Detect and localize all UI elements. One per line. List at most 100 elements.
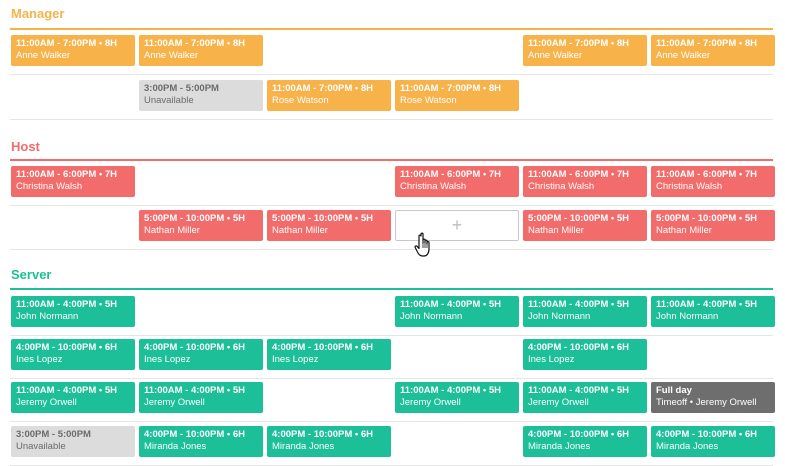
shift-employee: Unavailable — [16, 441, 66, 452]
shift-card[interactable]: 4:00PM - 10:00PM • 6H Ines Lopez — [139, 339, 263, 370]
shift-card[interactable]: 4:00PM - 10:00PM • 6H Ines Lopez — [267, 339, 391, 370]
section-title-server: Server — [11, 267, 52, 282]
shift-time: 5:00PM - 10:00PM • 5H — [656, 213, 758, 224]
shift-card[interactable]: 4:00PM - 10:00PM • 6H Miranda Jones — [523, 426, 647, 457]
shift-employee: Jeremy Orwell — [528, 397, 589, 408]
shift-employee: Anne Walker — [656, 50, 711, 61]
shift-time: 4:00PM - 10:00PM • 6H — [528, 342, 630, 353]
shift-card[interactable]: 11:00AM - 7:00PM • 8H Rose Watson — [395, 80, 519, 111]
shift-time: Full day — [656, 385, 692, 396]
shift-card[interactable]: 11:00AM - 4:00PM • 5H John Normann — [11, 296, 135, 327]
shift-time: 11:00AM - 7:00PM • 8H — [272, 83, 374, 94]
section-divider-host — [10, 159, 773, 161]
shift-employee: Miranda Jones — [656, 441, 719, 452]
shift-time: 11:00AM - 4:00PM • 5H — [656, 299, 758, 310]
shift-employee: Ines Lopez — [16, 354, 63, 365]
shift-card[interactable]: 11:00AM - 4:00PM • 5H Jeremy Orwell — [11, 382, 135, 413]
shift-time: 11:00AM - 4:00PM • 5H — [400, 299, 502, 310]
shift-employee: Ines Lopez — [144, 354, 191, 365]
shift-time: 4:00PM - 10:00PM • 6H — [144, 429, 246, 440]
shift-card[interactable]: 11:00AM - 7:00PM • 8H Rose Watson — [267, 80, 391, 111]
shift-time: 11:00AM - 7:00PM • 8H — [16, 38, 118, 49]
shift-employee: Nathan Miller — [144, 225, 200, 236]
shift-card[interactable]: Full day Timeoff • Jeremy Orwell — [651, 382, 775, 413]
section-divider-manager — [10, 28, 773, 30]
shift-employee: Nathan Miller — [528, 225, 584, 236]
shift-time: 11:00AM - 7:00PM • 8H — [528, 38, 630, 49]
shift-employee: Ines Lopez — [272, 354, 319, 365]
shift-employee: Ines Lopez — [528, 354, 575, 365]
shift-card[interactable]: 4:00PM - 10:00PM • 6H Miranda Jones — [651, 426, 775, 457]
shift-card[interactable]: 5:00PM - 10:00PM • 5H Nathan Miller — [139, 210, 263, 241]
shift-card[interactable]: 3:00PM - 5:00PM Unavailable — [139, 80, 263, 111]
shift-time: 11:00AM - 6:00PM • 7H — [16, 169, 118, 180]
shift-employee: Jeremy Orwell — [400, 397, 461, 408]
shift-employee: Rose Watson — [400, 95, 457, 106]
section-divider-server — [10, 288, 773, 290]
shift-employee: Anne Walker — [144, 50, 199, 61]
row-divider — [10, 119, 773, 120]
row-divider — [10, 335, 773, 336]
shift-time: 11:00AM - 4:00PM • 5H — [16, 299, 118, 310]
shift-employee: Christina Walsh — [16, 181, 83, 192]
shift-employee: Christina Walsh — [400, 181, 467, 192]
shift-employee: Jeremy Orwell — [144, 397, 205, 408]
section-title-manager: Manager — [11, 6, 65, 21]
shift-time: 11:00AM - 7:00PM • 8H — [400, 83, 502, 94]
shift-employee: Rose Watson — [272, 95, 329, 106]
shift-employee: Christina Walsh — [528, 181, 595, 192]
shift-time: 4:00PM - 10:00PM • 6H — [528, 429, 630, 440]
shift-employee: Miranda Jones — [272, 441, 335, 452]
shift-card[interactable]: 11:00AM - 7:00PM • 8H Anne Walker — [523, 35, 647, 66]
shift-time: 5:00PM - 10:00PM • 5H — [272, 213, 374, 224]
shift-card[interactable]: 4:00PM - 10:00PM • 6H Miranda Jones — [267, 426, 391, 457]
shift-card[interactable]: 11:00AM - 6:00PM • 7H Christina Walsh — [651, 166, 775, 197]
shift-employee: Miranda Jones — [528, 441, 591, 452]
shift-card[interactable]: 3:00PM - 5:00PM Unavailable — [11, 426, 135, 457]
shift-card[interactable]: 5:00PM - 10:00PM • 5H Nathan Miller — [651, 210, 775, 241]
shift-card[interactable]: 11:00AM - 6:00PM • 7H Christina Walsh — [11, 166, 135, 197]
shift-time: 5:00PM - 10:00PM • 5H — [528, 213, 630, 224]
hand-pointer-icon — [414, 232, 430, 257]
shift-time: 11:00AM - 4:00PM • 5H — [528, 385, 630, 396]
shift-employee: Miranda Jones — [144, 441, 207, 452]
shift-card[interactable]: 11:00AM - 4:00PM • 5H John Normann — [651, 296, 775, 327]
shift-card[interactable]: 4:00PM - 10:00PM • 6H Ines Lopez — [11, 339, 135, 370]
shift-card[interactable]: 11:00AM - 7:00PM • 8H Anne Walker — [11, 35, 135, 66]
shift-card[interactable]: 5:00PM - 10:00PM • 5H Nathan Miller — [523, 210, 647, 241]
shift-card[interactable]: 4:00PM - 10:00PM • 6H Ines Lopez — [523, 339, 647, 370]
shift-card[interactable]: 11:00AM - 6:00PM • 7H Christina Walsh — [523, 166, 647, 197]
shift-time: 11:00AM - 4:00PM • 5H — [16, 385, 118, 396]
shift-employee: Jeremy Orwell — [16, 397, 77, 408]
section-title-host: Host — [11, 139, 40, 154]
shift-card[interactable]: 11:00AM - 4:00PM • 5H Jeremy Orwell — [139, 382, 263, 413]
shift-employee: Nathan Miller — [272, 225, 328, 236]
shift-time: 11:00AM - 6:00PM • 7H — [528, 169, 630, 180]
shift-card[interactable]: 11:00AM - 4:00PM • 5H John Normann — [395, 296, 519, 327]
shift-time: 4:00PM - 10:00PM • 6H — [16, 342, 118, 353]
shift-time: 4:00PM - 10:00PM • 6H — [272, 429, 374, 440]
shift-time: 11:00AM - 6:00PM • 7H — [400, 169, 502, 180]
shift-employee: Unavailable — [144, 95, 194, 106]
shift-employee: Anne Walker — [16, 50, 71, 61]
shift-card[interactable]: 11:00AM - 4:00PM • 5H Jeremy Orwell — [395, 382, 519, 413]
shift-card[interactable]: 4:00PM - 10:00PM • 6H Miranda Jones — [139, 426, 263, 457]
shift-time: 4:00PM - 10:00PM • 6H — [656, 429, 758, 440]
shift-employee: Timeoff • Jeremy Orwell — [656, 397, 757, 408]
shift-employee: John Normann — [400, 311, 463, 322]
shift-time: 11:00AM - 7:00PM • 8H — [656, 38, 758, 49]
row-divider — [10, 421, 773, 422]
shift-card[interactable]: 11:00AM - 4:00PM • 5H Jeremy Orwell — [523, 382, 647, 413]
row-divider — [10, 249, 773, 250]
shift-card[interactable]: 11:00AM - 6:00PM • 7H Christina Walsh — [395, 166, 519, 197]
shift-time: 11:00AM - 6:00PM • 7H — [656, 169, 758, 180]
shift-card[interactable]: 5:00PM - 10:00PM • 5H Nathan Miller — [267, 210, 391, 241]
shift-time: 3:00PM - 5:00PM — [16, 429, 91, 440]
shift-time: 11:00AM - 7:00PM • 8H — [144, 38, 246, 49]
shift-card[interactable]: 11:00AM - 7:00PM • 8H Anne Walker — [651, 35, 775, 66]
shift-employee: John Normann — [656, 311, 719, 322]
shift-time: 4:00PM - 10:00PM • 6H — [272, 342, 374, 353]
shift-card[interactable]: 11:00AM - 4:00PM • 5H John Normann — [523, 296, 647, 327]
shift-card[interactable]: 11:00AM - 7:00PM • 8H Anne Walker — [139, 35, 263, 66]
shift-employee: Nathan Miller — [656, 225, 712, 236]
